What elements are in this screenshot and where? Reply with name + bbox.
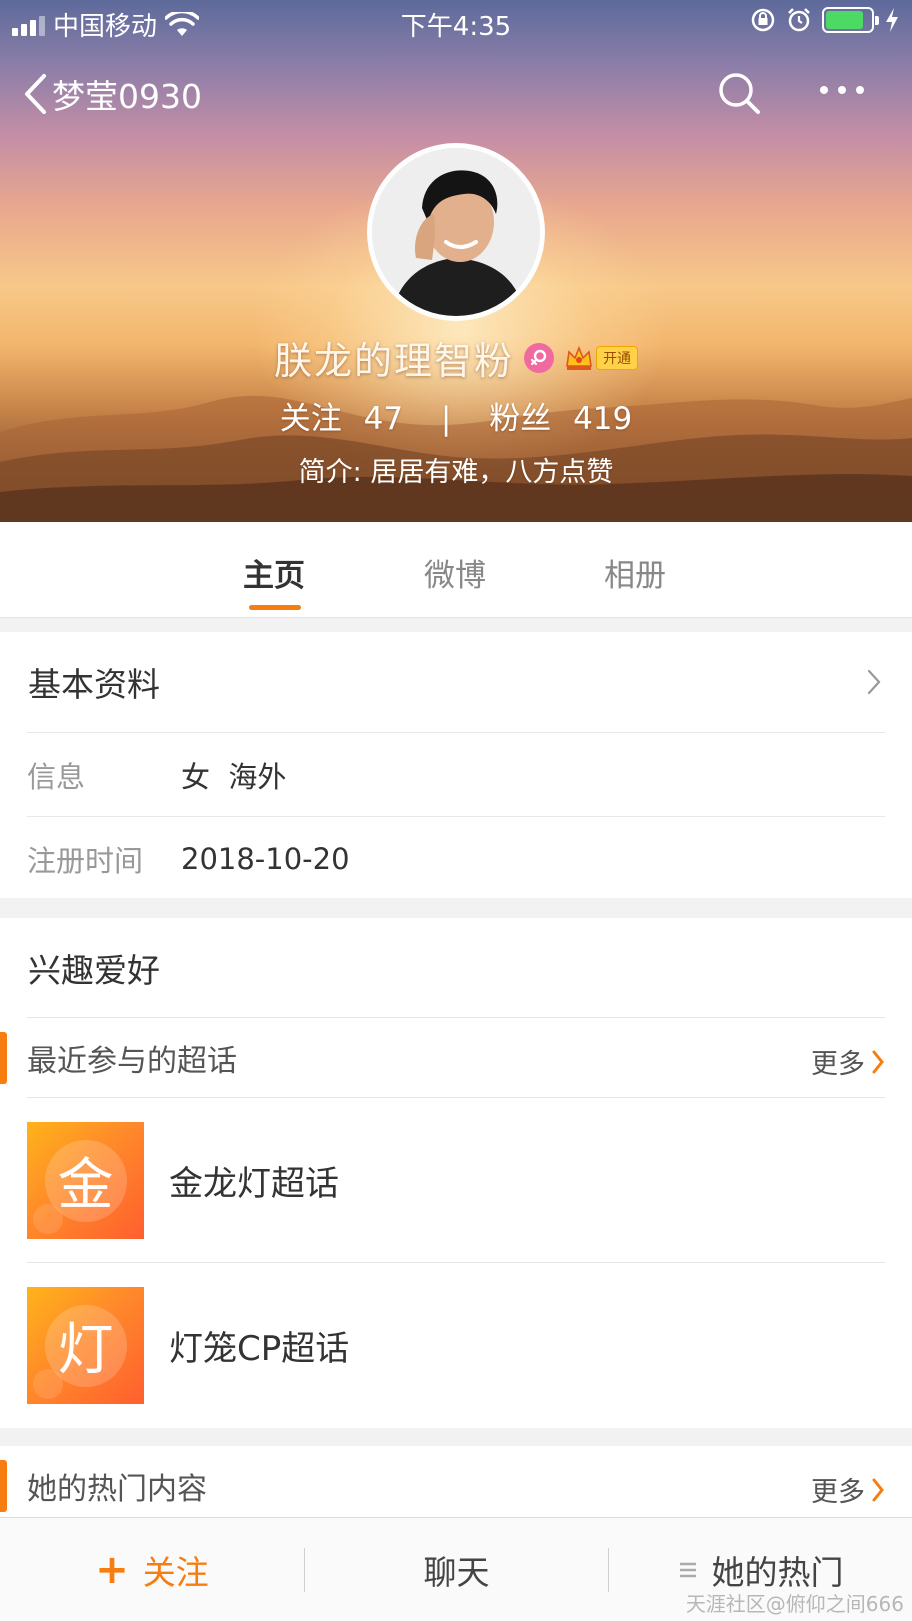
section-accent xyxy=(0,1460,7,1512)
hot-content-bar: 她的热门内容 更多 xyxy=(0,1446,885,1526)
basic-info-title: 基本资料 xyxy=(28,665,160,704)
chevron-left-icon xyxy=(25,74,46,114)
follow-count[interactable]: 47 xyxy=(364,401,403,437)
plus-icon: + xyxy=(95,1547,129,1593)
basic-info-card: 基本资料 信息 女 海外 注册时间 2018-10-20 xyxy=(0,632,912,898)
section-accent xyxy=(0,1032,7,1084)
tab-home[interactable]: 主页 xyxy=(243,550,305,595)
more-label: 更多 xyxy=(811,1477,865,1508)
follow-stats: 关注 47 | 粉丝 419 xyxy=(0,393,912,438)
profile-name: 朕龙的理智粉 xyxy=(273,339,514,383)
vip-badge[interactable]: 开通 xyxy=(564,344,638,372)
hot-content-more-button[interactable]: 更多 xyxy=(811,1470,885,1509)
profile-bio: 简介: 居居有难，八方点赞 xyxy=(298,457,614,488)
profile-name-row: 朕龙的理智粉 开通 xyxy=(0,330,912,385)
info-key: 信息 xyxy=(27,759,86,794)
tab-album[interactable]: 相册 xyxy=(604,550,666,595)
crown-icon xyxy=(566,345,592,370)
topic-glyph: 金 xyxy=(57,1152,114,1218)
follow-button[interactable]: + 关注 xyxy=(0,1518,304,1621)
mountain-silhouette xyxy=(0,395,912,522)
female-icon xyxy=(524,342,554,373)
back-button[interactable]: 梦莹0930 xyxy=(22,70,202,118)
fans-count[interactable]: 419 xyxy=(573,401,632,437)
topic-item[interactable]: 金 金龙灯超话 xyxy=(27,1097,885,1262)
recent-topics-title: 最近参与的超话 xyxy=(27,1043,237,1079)
hot-content-title: 她的热门内容 xyxy=(27,1472,207,1507)
chat-button-label: 聊天 xyxy=(423,1553,490,1592)
hot-content-card: 她的热门内容 更多 xyxy=(0,1446,912,1526)
more-dots-icon xyxy=(820,86,828,94)
avatar-portrait xyxy=(372,148,540,316)
search-button[interactable] xyxy=(716,70,762,120)
vip-open-label: 开通 xyxy=(596,345,638,370)
search-icon xyxy=(719,73,760,114)
more-label: 更多 xyxy=(811,1049,865,1080)
topic-icon: 金 xyxy=(27,1121,144,1239)
recent-topics-more-button[interactable]: 更多 xyxy=(811,1042,885,1081)
status-right xyxy=(750,7,900,33)
chat-button[interactable]: 聊天 xyxy=(305,1518,608,1621)
hobbies-card: 兴趣爱好 最近参与的超话 更多 金 金龙灯超话 灯 灯笼CP超话 xyxy=(0,918,912,1428)
avatar[interactable] xyxy=(367,143,545,321)
follow-button-label: 关注 xyxy=(142,1553,209,1592)
topic-name: 金龙灯超话 xyxy=(169,1163,339,1204)
topic-icon: 灯 xyxy=(27,1286,144,1404)
chevron-right-icon xyxy=(867,669,881,695)
status-bar: 中国移动 下午4:35 xyxy=(0,0,912,46)
profile-tabs: 主页 微博 相册 xyxy=(0,522,912,618)
register-row: 注册时间 2018-10-20 xyxy=(27,816,885,900)
more-button[interactable] xyxy=(820,86,864,94)
her-hot-label: 她的热门 xyxy=(711,1553,844,1592)
stats-divider: | xyxy=(440,401,452,437)
info-value: 女 海外 xyxy=(181,759,287,794)
topic-name: 灯笼CP超话 xyxy=(169,1328,350,1369)
active-tab-indicator xyxy=(249,605,301,610)
back-title: 梦莹0930 xyxy=(52,77,202,116)
charging-icon xyxy=(886,8,898,32)
menu-lines-icon xyxy=(679,1562,696,1578)
info-row: 信息 女 海外 xyxy=(27,732,885,816)
basic-info-header[interactable]: 基本资料 xyxy=(0,632,912,732)
follow-label[interactable]: 关注 xyxy=(280,401,342,437)
bottom-toolbar: + 关注 聊天 她的热门 天涯社区@俯仰之间666 xyxy=(0,1517,912,1621)
watermark: 天涯社区@俯仰之间666 xyxy=(685,1592,904,1616)
nav-bar: 梦莹0930 xyxy=(0,62,912,126)
chevron-right-icon xyxy=(872,1478,884,1501)
hobbies-title: 兴趣爱好 xyxy=(28,950,160,990)
hobbies-header: 兴趣爱好 xyxy=(0,918,912,1017)
chevron-right-icon xyxy=(872,1050,884,1073)
recent-topics-bar: 最近参与的超话 更多 xyxy=(0,1017,885,1097)
tab-weibo[interactable]: 微博 xyxy=(424,550,486,595)
register-value: 2018-10-20 xyxy=(181,841,350,876)
register-key: 注册时间 xyxy=(27,843,144,878)
battery-icon xyxy=(822,7,879,33)
fans-label[interactable]: 粉丝 xyxy=(489,401,551,437)
topic-glyph: 灯 xyxy=(57,1317,114,1383)
alarm-icon xyxy=(788,8,810,32)
rotation-lock-icon xyxy=(751,8,775,32)
topic-item[interactable]: 灯 灯笼CP超话 xyxy=(27,1262,885,1427)
